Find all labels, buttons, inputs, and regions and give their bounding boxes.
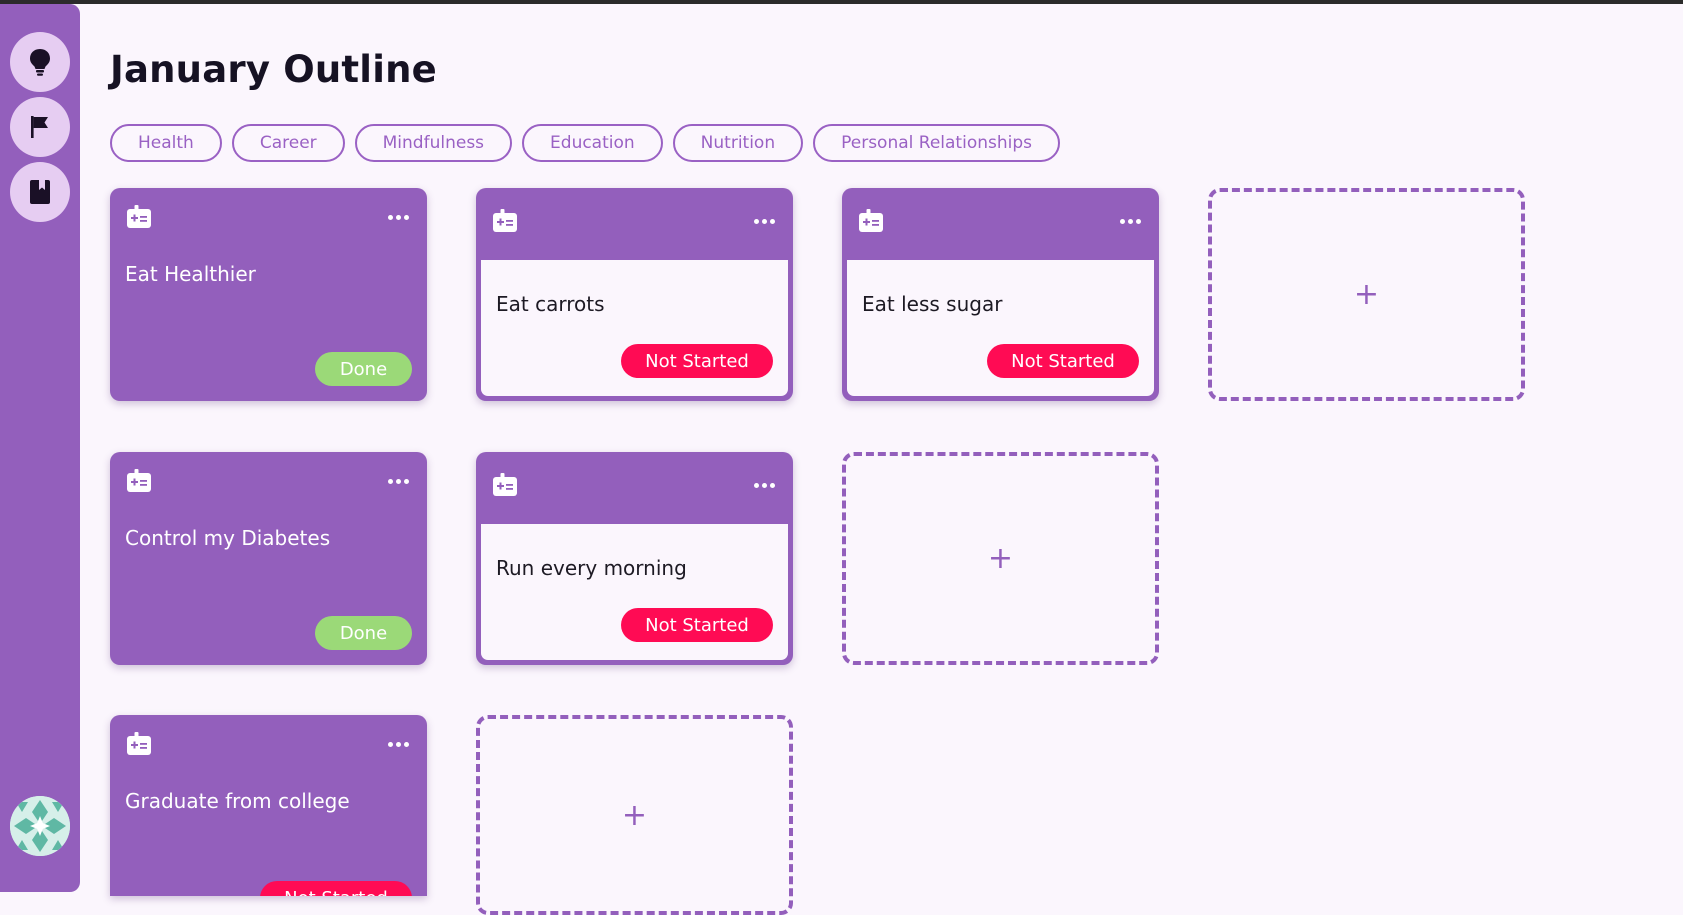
status-badge-not-started[interactable]: Not Started [621, 344, 773, 378]
status-badge-done[interactable]: Done [315, 616, 412, 650]
plus-icon: + [987, 541, 1014, 576]
add-task-card[interactable]: + [842, 452, 1159, 665]
task-title: Eat less sugar [862, 292, 1003, 316]
medical-card-icon [127, 732, 151, 755]
goal-card[interactable]: Graduate from college Not Started [110, 715, 427, 896]
medical-card-icon [127, 469, 151, 492]
plus-icon: + [1353, 277, 1380, 312]
task-card-body: Eat less sugar Not Started [847, 260, 1154, 396]
add-task-card[interactable]: + [1208, 188, 1525, 401]
nav-ideas-button[interactable] [10, 32, 70, 92]
task-card-body: Run every morning Not Started [481, 524, 788, 660]
page-title: January Outline [110, 48, 437, 91]
tag-nutrition[interactable]: Nutrition [672, 124, 804, 162]
nav-journal-button[interactable] [10, 162, 70, 222]
more-options-icon[interactable] [388, 742, 409, 747]
goal-title: Graduate from college [125, 789, 350, 813]
lightbulb-icon [30, 49, 50, 76]
more-options-icon[interactable] [388, 215, 409, 220]
goal-card[interactable]: Control my Diabetes Done [110, 452, 427, 665]
tag-personal-relationships[interactable]: Personal Relationships [813, 124, 1060, 162]
tag-health[interactable]: Health [110, 124, 222, 162]
category-tags: Health Career Mindfulness Education Nutr… [110, 124, 1060, 162]
goal-title: Eat Healthier [125, 262, 256, 286]
book-icon [30, 180, 50, 204]
task-card-body: Eat carrots Not Started [481, 260, 788, 396]
more-options-icon[interactable] [754, 483, 775, 488]
flag-icon [31, 116, 48, 138]
add-task-card[interactable]: + [476, 715, 793, 915]
more-options-icon[interactable] [754, 219, 775, 224]
plus-icon: + [621, 797, 648, 833]
medical-card-icon [493, 209, 517, 232]
sidebar [0, 4, 80, 892]
status-badge-done[interactable]: Done [315, 352, 412, 386]
user-avatar[interactable] [10, 796, 70, 856]
medical-card-icon [493, 473, 517, 496]
status-badge-not-started[interactable]: Not Started [260, 881, 412, 896]
task-title: Eat carrots [496, 292, 605, 316]
status-badge-not-started[interactable]: Not Started [621, 608, 773, 642]
tag-education[interactable]: Education [522, 124, 663, 162]
more-options-icon[interactable] [1120, 219, 1141, 224]
nav-goals-button[interactable] [10, 97, 70, 157]
goal-title: Control my Diabetes [125, 526, 331, 550]
task-card[interactable]: Eat carrots Not Started [476, 188, 793, 401]
task-card[interactable]: Eat less sugar Not Started [842, 188, 1159, 401]
medical-card-icon [127, 205, 151, 228]
goal-card[interactable]: Eat Healthier Done [110, 188, 427, 401]
task-card[interactable]: Run every morning Not Started [476, 452, 793, 665]
task-title: Run every morning [496, 556, 687, 580]
status-badge-not-started[interactable]: Not Started [987, 344, 1139, 378]
main-content: January Outline Health Career Mindfulnes… [80, 4, 1683, 915]
avatar-pattern-icon [10, 796, 70, 856]
tag-career[interactable]: Career [231, 124, 345, 162]
more-options-icon[interactable] [388, 479, 409, 484]
medical-card-icon [859, 209, 883, 232]
tag-mindfulness[interactable]: Mindfulness [354, 124, 513, 162]
